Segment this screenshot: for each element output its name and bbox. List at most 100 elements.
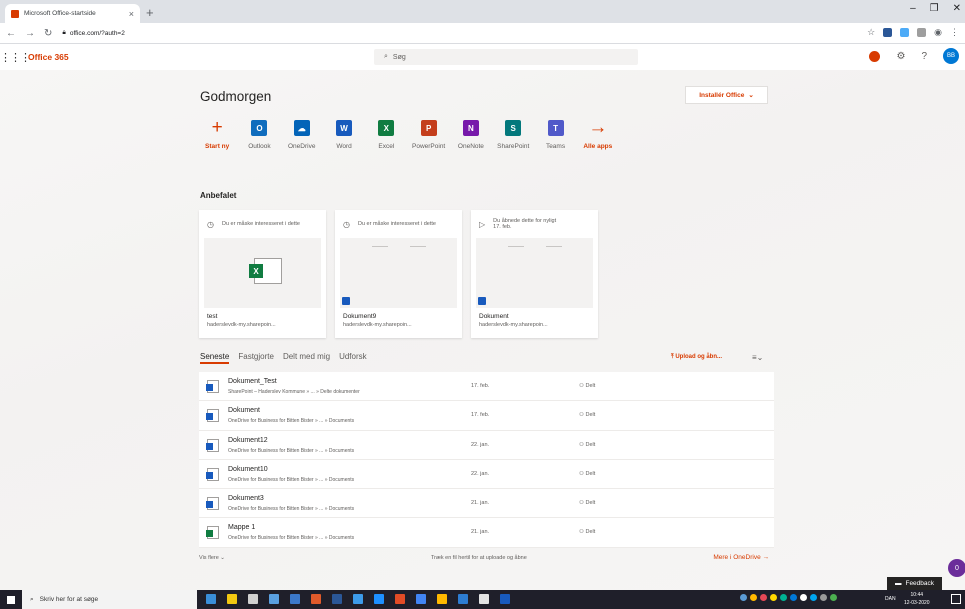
app-tile-start-ny[interactable]: + Start ny <box>196 118 238 150</box>
tray-icon[interactable] <box>820 594 827 601</box>
app-tile-teams[interactable]: T Teams <box>534 120 576 150</box>
file-row[interactable]: Dokument OneDrive for Business for Bitte… <box>199 401 774 431</box>
taskbar-app-icon[interactable] <box>248 594 258 604</box>
tray-icon[interactable] <box>830 594 837 601</box>
app-tile-excel[interactable]: X Excel <box>365 120 407 150</box>
reload-icon[interactable]: ↻ <box>44 28 52 39</box>
language-indicator[interactable]: DAN <box>885 596 896 602</box>
extension-icon[interactable] <box>917 28 927 37</box>
app-tile-onenote[interactable]: N OneNote <box>450 120 492 150</box>
taskbar-app-icon[interactable] <box>395 594 405 604</box>
tab-fastgjorte[interactable]: Fastgjorte <box>238 352 274 364</box>
avatar[interactable]: BB <box>943 48 959 64</box>
sharepoint-icon: S <box>505 120 522 136</box>
card-thumbnail <box>340 238 457 308</box>
app-tile-onedrive[interactable]: ☁ OneDrive <box>281 120 323 150</box>
app-tile-sharepoint[interactable]: S SharePoint <box>492 120 534 150</box>
taskbar-app-icon[interactable] <box>353 594 363 604</box>
taskbar-app-icon[interactable] <box>227 594 237 604</box>
address-bar: ← → ↻ 🔒︎ office.com/?auth=2 ☆ ◉ ⋮ <box>0 23 965 44</box>
app-tile-outlook[interactable]: O Outlook <box>238 120 280 150</box>
taskbar-app-icon[interactable] <box>269 594 279 604</box>
taskbar-app-icon[interactable] <box>311 594 321 604</box>
extension-icon[interactable] <box>883 28 893 37</box>
tray-icon[interactable] <box>770 594 777 601</box>
help-icon[interactable]: ? <box>921 51 927 62</box>
file-row[interactable]: Mappe 1 OneDrive for Business for Bitten… <box>199 518 774 548</box>
tab-udforsk[interactable]: Udforsk <box>339 352 367 364</box>
clock[interactable]: 10:44 12-03-2020 <box>904 591 930 607</box>
tray-icon[interactable] <box>760 594 767 601</box>
window-controls: – ❐ ✕ <box>910 3 961 14</box>
recommended-card[interactable]: ◷ Du er måske interesseret i dette Xtest… <box>199 210 326 338</box>
taskbar-app-icon[interactable] <box>437 594 447 604</box>
word-file-icon <box>206 467 219 481</box>
menu-kebab-icon[interactable]: ⋮ <box>950 27 959 38</box>
url-field[interactable]: 🔒︎ office.com/?auth=2 <box>62 29 124 37</box>
tray-icon[interactable] <box>740 594 747 601</box>
sort-icon[interactable]: ≡⌄ <box>752 353 763 362</box>
app-tile-powerpoint[interactable]: P PowerPoint <box>407 120 449 150</box>
card-reason-text: Du er måske interesseret i dette <box>222 221 300 227</box>
taskbar-app-icon[interactable] <box>458 594 468 604</box>
app-launcher-icon[interactable]: ⋮⋮⋮ <box>0 51 31 64</box>
url-text: office.com/?auth=2 <box>69 29 125 37</box>
minimize-icon[interactable]: – <box>910 3 916 14</box>
recommended-heading: Anbefalet <box>200 191 237 200</box>
browser-tab[interactable]: Microsoft Office-startside × <box>5 4 140 23</box>
taskbar-app-icon[interactable] <box>416 594 426 604</box>
windows-start-button[interactable] <box>0 590 22 609</box>
show-more-link[interactable]: Vis flere ⌄ <box>199 555 225 561</box>
tab-close-icon[interactable]: × <box>129 9 134 19</box>
file-row[interactable]: Dokument3 OneDrive for Business for Bitt… <box>199 489 774 519</box>
recommended-card[interactable]: ▷ Du åbnede dette for nyligt 17. feb. Dok… <box>471 210 598 338</box>
tray-icon[interactable] <box>790 594 797 601</box>
new-tab-button[interactable]: + <box>146 5 154 20</box>
tab-seneste[interactable]: Seneste <box>200 352 230 364</box>
feedback-button[interactable]: ▬ Feedback <box>887 577 942 590</box>
recommended-card[interactable]: ◷ Du er måske interesseret i dette Dokum… <box>335 210 462 338</box>
upload-open-button[interactable]: ⤒ Upload og åbn... <box>671 354 722 361</box>
tab-delt-med-mig[interactable]: Delt med mig <box>283 352 330 364</box>
notification-bell-icon[interactable] <box>869 50 881 62</box>
taskbar-search-input[interactable]: ⌕ Skriv her for at søge <box>22 590 197 609</box>
file-row[interactable]: Dokument12 OneDrive for Business for Bit… <box>199 431 774 460</box>
app-tile-alle-apps[interactable]: → Alle apps <box>577 118 619 150</box>
taskbar-app-icon[interactable] <box>374 594 384 604</box>
card-file-location: haderslevdk-my.sharepoin... <box>479 322 548 328</box>
maximize-icon[interactable]: ❐ <box>930 3 939 14</box>
settings-gear-icon[interactable]: ⚙ <box>896 51 905 62</box>
extensions-area: ☆ ◉ ⋮ <box>867 27 959 38</box>
nav-buttons: ← → ↻ <box>6 28 52 39</box>
profile-icon[interactable]: ◉ <box>934 27 942 38</box>
brand-link[interactable]: Office 365 <box>28 52 69 62</box>
help-badge[interactable]: 0 <box>948 559 965 577</box>
onedrive-icon: ☁ <box>293 120 310 136</box>
file-name: Mappe 1 <box>228 524 256 532</box>
taskbar-app-icon[interactable] <box>332 594 342 604</box>
tray-icon[interactable] <box>780 594 787 601</box>
tray-icon[interactable] <box>750 594 757 601</box>
card-reason: ◷ Du er måske interesseret i dette <box>335 210 462 238</box>
share-label: Delt <box>585 500 596 507</box>
file-row[interactable]: Dokument_Test SharePoint – Haderslev Kom… <box>199 372 774 402</box>
tray-icon[interactable] <box>800 594 807 601</box>
extension-icon[interactable] <box>900 28 910 37</box>
close-window-icon[interactable]: ✕ <box>953 3 961 14</box>
file-row[interactable]: Dokument10 OneDrive for Business for Bit… <box>199 460 774 490</box>
word-file-icon <box>206 409 219 423</box>
taskbar-app-icon[interactable] <box>290 594 300 604</box>
app-tile-word[interactable]: W Word <box>323 120 365 150</box>
forward-icon[interactable]: → <box>25 28 35 39</box>
bookmark-star-icon[interactable]: ☆ <box>867 27 875 38</box>
app-label: Alle apps <box>583 143 613 150</box>
taskbar-app-icon[interactable] <box>206 594 216 604</box>
more-in-onedrive-link[interactable]: Mere i OneDrive → <box>713 554 769 561</box>
action-center-icon[interactable] <box>951 594 961 604</box>
taskbar-app-icon[interactable] <box>479 594 489 604</box>
taskbar-app-icon[interactable] <box>500 594 510 604</box>
search-input[interactable]: ⌕ Søg <box>374 49 638 65</box>
back-icon[interactable]: ← <box>6 28 16 39</box>
install-office-button[interactable]: Installér Office ⌄ <box>685 86 768 104</box>
tray-icon[interactable] <box>810 594 817 601</box>
